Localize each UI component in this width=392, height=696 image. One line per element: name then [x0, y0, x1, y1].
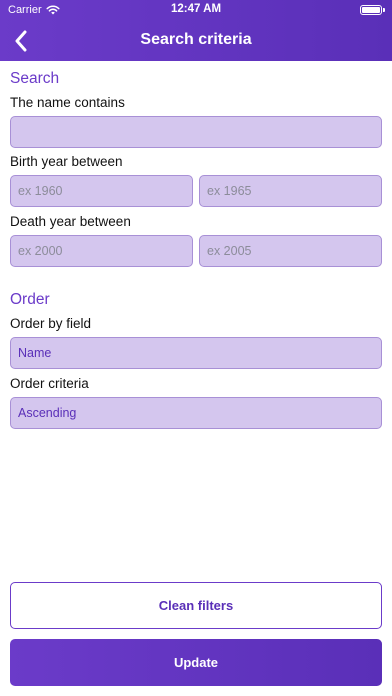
- name-contains-input[interactable]: [10, 116, 382, 148]
- update-label: Update: [173, 655, 219, 670]
- search-section-title: Search: [10, 70, 60, 87]
- battery-icon: [360, 5, 385, 15]
- death-year-label: Death year between: [10, 214, 131, 229]
- order-by-field-select[interactable]: Name: [10, 337, 382, 369]
- nav-bar: Search criteria: [0, 20, 392, 61]
- order-criteria-value: Ascending: [18, 406, 77, 420]
- status-bar: Carrier 12:47 AM: [0, 0, 392, 20]
- birth-year-label: Birth year between: [10, 154, 123, 169]
- death-year-to-input[interactable]: [199, 235, 382, 267]
- birth-year-from-input[interactable]: [10, 175, 193, 207]
- order-by-field-label: Order by field: [10, 316, 92, 331]
- order-by-field-value: Name: [18, 346, 52, 360]
- clean-filters-label: Clean filters: [158, 598, 234, 613]
- death-year-from-input[interactable]: [10, 235, 193, 267]
- order-criteria-select[interactable]: Ascending: [10, 397, 382, 429]
- page-title: Search criteria: [140, 31, 252, 48]
- update-button[interactable]: Update: [10, 639, 382, 686]
- clean-filters-button[interactable]: Clean filters: [10, 582, 382, 629]
- name-contains-label: The name contains: [10, 95, 125, 110]
- order-criteria-label: Order criteria: [10, 376, 89, 391]
- status-time: 12:47 AM: [170, 3, 222, 15]
- order-section-title: Order: [10, 291, 50, 308]
- app-header: Carrier 12:47 AM Search criteria: [0, 0, 392, 61]
- birth-year-to-input[interactable]: [199, 175, 382, 207]
